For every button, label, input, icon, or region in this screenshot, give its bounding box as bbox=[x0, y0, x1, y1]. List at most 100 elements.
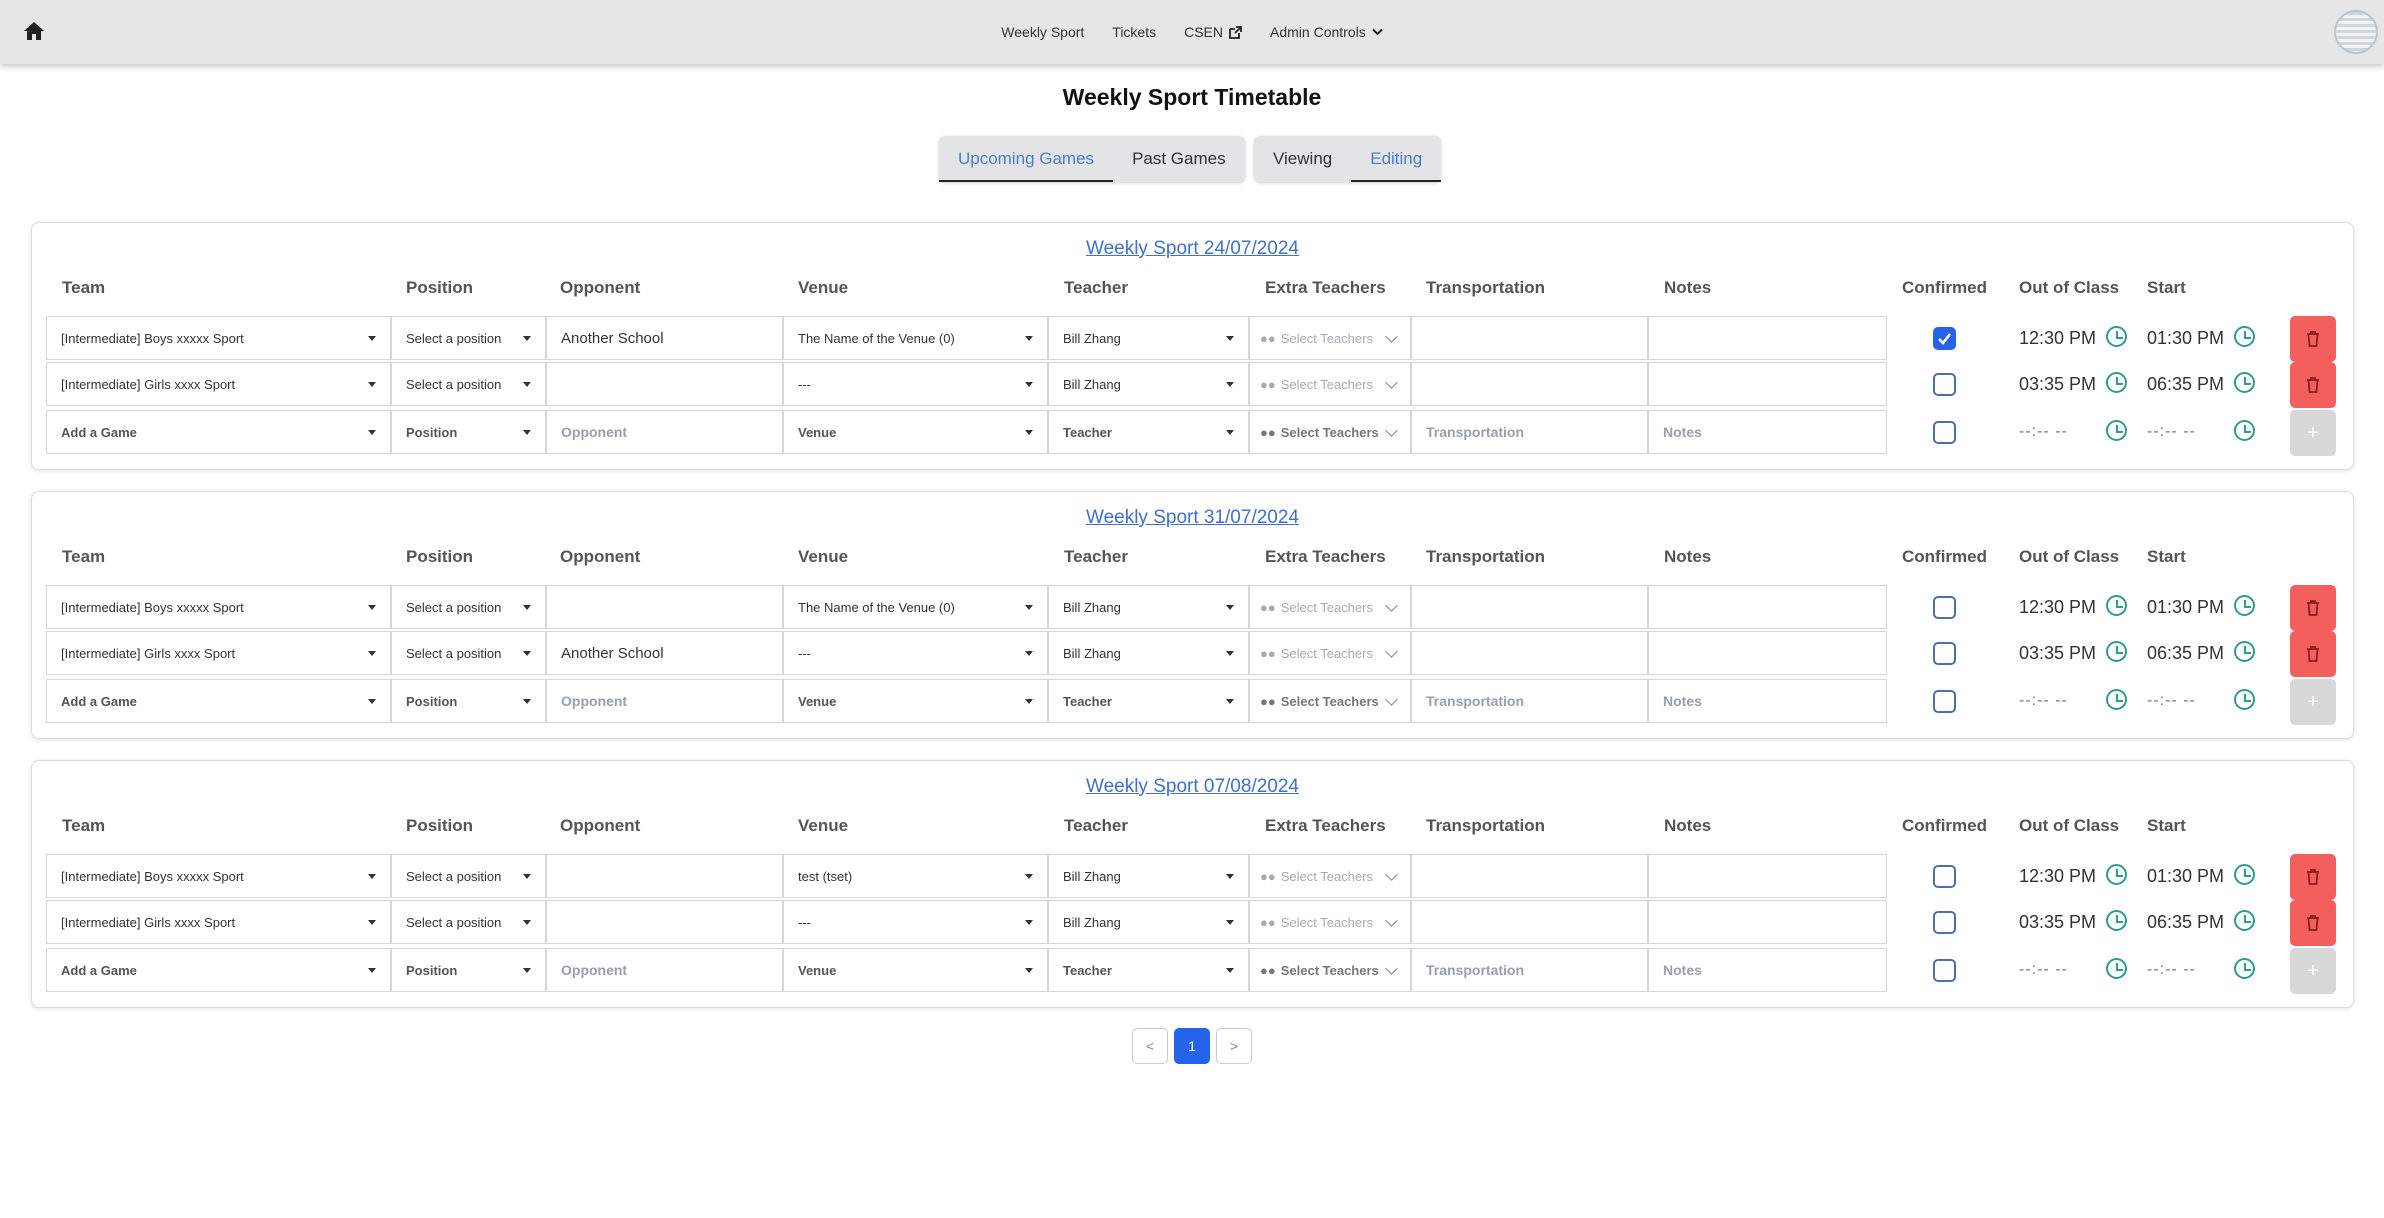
clock-icon[interactable] bbox=[2234, 689, 2255, 710]
new-opponent-input[interactable]: Opponent bbox=[546, 679, 783, 723]
clock-icon[interactable] bbox=[2106, 326, 2127, 347]
opponent-input[interactable] bbox=[546, 854, 783, 898]
start-time[interactable]: 01:30 PM bbox=[2147, 597, 2224, 618]
new-notes-input[interactable]: Notes bbox=[1648, 679, 1887, 723]
extra-teachers-select[interactable]: ●● Select Teachers bbox=[1249, 362, 1411, 406]
extra-teachers-select[interactable]: ●● Select Teachers bbox=[1249, 854, 1411, 898]
extra-teachers-select[interactable]: ●● Select Teachers bbox=[1249, 316, 1411, 360]
team-select[interactable]: [Intermediate] Boys xxxxx Sport bbox=[46, 316, 391, 360]
new-confirmed-checkbox[interactable] bbox=[1933, 690, 1956, 713]
transportation-input[interactable] bbox=[1411, 854, 1648, 898]
clock-icon[interactable] bbox=[2106, 910, 2127, 931]
team-select[interactable]: [Intermediate] Girls xxxx Sport bbox=[46, 631, 391, 675]
new-position-select[interactable]: Position bbox=[391, 679, 546, 723]
transportation-input[interactable] bbox=[1411, 900, 1648, 944]
position-select[interactable]: Select a position bbox=[391, 631, 546, 675]
opponent-input[interactable]: Another School bbox=[546, 631, 783, 675]
new-transportation-input[interactable]: Transportation bbox=[1411, 410, 1648, 454]
week-title[interactable]: Weekly Sport 07/08/2024 bbox=[32, 776, 2353, 798]
teacher-select[interactable]: Bill Zhang bbox=[1048, 585, 1249, 629]
new-extra-teachers-select[interactable]: ●● Select Teachers bbox=[1249, 679, 1411, 723]
team-select[interactable]: [Intermediate] Boys xxxxx Sport bbox=[46, 585, 391, 629]
start-time[interactable]: 06:35 PM bbox=[2147, 912, 2224, 933]
add-game-select[interactable]: Add a Game bbox=[46, 948, 391, 992]
transportation-input[interactable] bbox=[1411, 585, 1648, 629]
nav-weekly-sport[interactable]: Weekly Sport bbox=[1001, 24, 1084, 40]
add-game-button[interactable]: + bbox=[2290, 410, 2336, 456]
tab-upcoming-games[interactable]: Upcoming Games bbox=[939, 136, 1114, 182]
new-venue-select[interactable]: Venue bbox=[783, 679, 1048, 723]
new-notes-input[interactable]: Notes bbox=[1648, 948, 1887, 992]
clock-icon[interactable] bbox=[2106, 864, 2127, 885]
clock-icon[interactable] bbox=[2234, 595, 2255, 616]
confirmed-checkbox[interactable] bbox=[1933, 911, 1956, 934]
position-select[interactable]: Select a position bbox=[391, 362, 546, 406]
new-start-time[interactable]: --:-- -- bbox=[2147, 961, 2196, 979]
notes-input[interactable] bbox=[1648, 362, 1887, 406]
delete-game-button[interactable] bbox=[2290, 362, 2336, 408]
delete-game-button[interactable] bbox=[2290, 585, 2336, 631]
clock-icon[interactable] bbox=[2106, 958, 2127, 979]
out-of-class-time[interactable]: 12:30 PM bbox=[2019, 328, 2096, 349]
clock-icon[interactable] bbox=[2106, 595, 2127, 616]
avatar[interactable] bbox=[2334, 10, 2378, 54]
delete-game-button[interactable] bbox=[2290, 316, 2336, 362]
venue-select[interactable]: The Name of the Venue (0) bbox=[783, 316, 1048, 360]
clock-icon[interactable] bbox=[2234, 372, 2255, 393]
new-transportation-input[interactable]: Transportation bbox=[1411, 948, 1648, 992]
new-out-of-class-time[interactable]: --:-- -- bbox=[2019, 961, 2068, 979]
venue-select[interactable]: The Name of the Venue (0) bbox=[783, 585, 1048, 629]
extra-teachers-select[interactable]: ●● Select Teachers bbox=[1249, 585, 1411, 629]
new-venue-select[interactable]: Venue bbox=[783, 948, 1048, 992]
extra-teachers-select[interactable]: ●● Select Teachers bbox=[1249, 631, 1411, 675]
add-game-select[interactable]: Add a Game bbox=[46, 679, 391, 723]
transportation-input[interactable] bbox=[1411, 362, 1648, 406]
new-opponent-input[interactable]: Opponent bbox=[546, 948, 783, 992]
teacher-select[interactable]: Bill Zhang bbox=[1048, 316, 1249, 360]
out-of-class-time[interactable]: 12:30 PM bbox=[2019, 866, 2096, 887]
opponent-input[interactable] bbox=[546, 900, 783, 944]
new-teacher-select[interactable]: Teacher bbox=[1048, 679, 1249, 723]
clock-icon[interactable] bbox=[2234, 641, 2255, 662]
clock-icon[interactable] bbox=[2234, 958, 2255, 979]
new-position-select[interactable]: Position bbox=[391, 948, 546, 992]
new-start-time[interactable]: --:-- -- bbox=[2147, 692, 2196, 710]
clock-icon[interactable] bbox=[2106, 372, 2127, 393]
week-title[interactable]: Weekly Sport 24/07/2024 bbox=[32, 238, 2353, 260]
start-time[interactable]: 01:30 PM bbox=[2147, 866, 2224, 887]
opponent-input[interactable] bbox=[546, 585, 783, 629]
page-1-button[interactable]: 1 bbox=[1174, 1028, 1210, 1064]
new-extra-teachers-select[interactable]: ●● Select Teachers bbox=[1249, 410, 1411, 454]
nav-tickets[interactable]: Tickets bbox=[1112, 24, 1156, 40]
position-select[interactable]: Select a position bbox=[391, 900, 546, 944]
clock-icon[interactable] bbox=[2234, 420, 2255, 441]
notes-input[interactable] bbox=[1648, 854, 1887, 898]
venue-select[interactable]: --- bbox=[783, 362, 1048, 406]
position-select[interactable]: Select a position bbox=[391, 585, 546, 629]
clock-icon[interactable] bbox=[2106, 641, 2127, 662]
confirmed-checkbox[interactable] bbox=[1933, 865, 1956, 888]
venue-select[interactable]: --- bbox=[783, 900, 1048, 944]
new-teacher-select[interactable]: Teacher bbox=[1048, 948, 1249, 992]
new-position-select[interactable]: Position bbox=[391, 410, 546, 454]
out-of-class-time[interactable]: 03:35 PM bbox=[2019, 912, 2096, 933]
add-game-button[interactable]: + bbox=[2290, 948, 2336, 994]
notes-input[interactable] bbox=[1648, 900, 1887, 944]
next-page-button[interactable]: > bbox=[1216, 1028, 1252, 1064]
new-extra-teachers-select[interactable]: ●● Select Teachers bbox=[1249, 948, 1411, 992]
teacher-select[interactable]: Bill Zhang bbox=[1048, 631, 1249, 675]
confirmed-checkbox[interactable] bbox=[1933, 327, 1956, 350]
notes-input[interactable] bbox=[1648, 585, 1887, 629]
opponent-input[interactable] bbox=[546, 362, 783, 406]
new-notes-input[interactable]: Notes bbox=[1648, 410, 1887, 454]
confirmed-checkbox[interactable] bbox=[1933, 596, 1956, 619]
opponent-input[interactable]: Another School bbox=[546, 316, 783, 360]
team-select[interactable]: [Intermediate] Girls xxxx Sport bbox=[46, 362, 391, 406]
confirmed-checkbox[interactable] bbox=[1933, 642, 1956, 665]
out-of-class-time[interactable]: 03:35 PM bbox=[2019, 643, 2096, 664]
tab-editing[interactable]: Editing bbox=[1351, 136, 1442, 182]
transportation-input[interactable] bbox=[1411, 631, 1648, 675]
position-select[interactable]: Select a position bbox=[391, 854, 546, 898]
clock-icon[interactable] bbox=[2234, 910, 2255, 931]
start-time[interactable]: 01:30 PM bbox=[2147, 328, 2224, 349]
